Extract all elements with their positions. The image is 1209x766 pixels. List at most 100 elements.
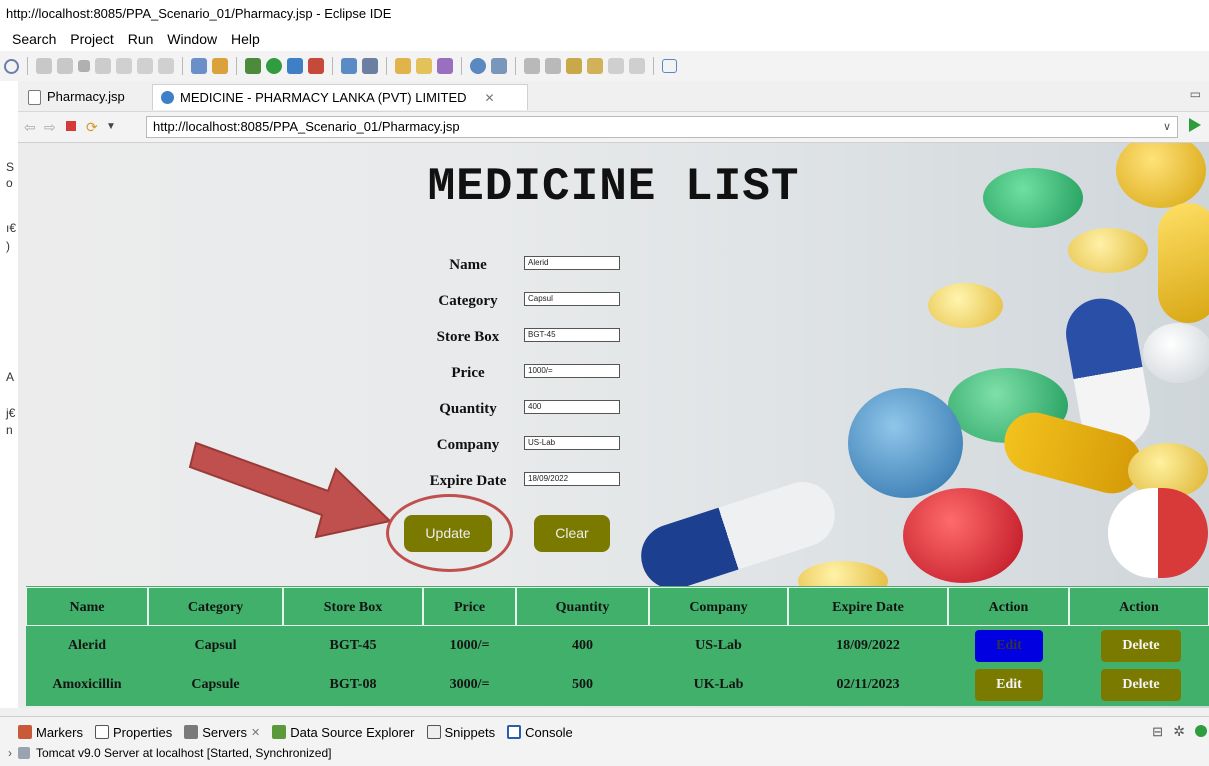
forward-icon[interactable]: ⇨ (44, 119, 56, 136)
refresh-icon[interactable]: ⟳ (86, 119, 98, 136)
go-icon[interactable] (1189, 118, 1201, 132)
settings-icon[interactable]: ✲ (1173, 723, 1185, 740)
back-arrow-icon[interactable] (608, 58, 624, 74)
back-icon[interactable]: ⇦ (24, 119, 36, 136)
url-input[interactable]: http://localhost:8085/PPA_Scenario_01/Ph… (146, 116, 1178, 138)
new-wizard-icon[interactable] (362, 58, 378, 74)
strip-glyph: A (6, 370, 15, 384)
menu-search[interactable]: Search (12, 31, 56, 47)
store-box-input[interactable]: BGT-45 (524, 328, 620, 342)
table-cell: 02/11/2023 (836, 677, 900, 692)
chevron-down-icon[interactable]: ∨ (1163, 117, 1171, 137)
servers-icon (184, 725, 199, 739)
use-step-filters-icon[interactable] (191, 58, 207, 74)
chevron-down-icon[interactable]: ▼ (106, 121, 116, 132)
snippets-icon (426, 725, 441, 739)
tab-pharmacy-jsp[interactable]: Pharmacy.jsp (20, 84, 146, 110)
menu-help[interactable]: Help (231, 31, 260, 47)
close-icon[interactable]: ✕ (485, 85, 495, 111)
table-cell: BGT-08 (329, 677, 377, 692)
tab-snippets[interactable]: Snippets (426, 725, 495, 740)
tab-label: Servers (202, 724, 247, 740)
table-cell: BGT-45 (329, 638, 377, 653)
debug-icon[interactable] (245, 58, 261, 74)
toolbar-separator (332, 57, 333, 75)
clear-button[interactable]: Clear (534, 515, 610, 552)
back-icon[interactable] (587, 58, 603, 74)
globe-icon[interactable] (470, 58, 486, 74)
update-button[interactable]: Update (404, 515, 492, 552)
next-annotation-icon[interactable] (524, 58, 540, 74)
form-row-category: Category Capsul (388, 291, 688, 313)
disconnect-icon[interactable] (95, 58, 111, 74)
open-folder-icon[interactable] (395, 58, 411, 74)
stop-icon[interactable] (66, 121, 76, 131)
menu-project[interactable]: Project (70, 31, 114, 47)
form-row-company: Company US-Lab (388, 435, 688, 457)
table-header-cell: Store Box (283, 587, 423, 626)
pill-image (1143, 323, 1209, 383)
tab-label: Properties (112, 724, 173, 740)
table-cell: 18/09/2022 (836, 638, 900, 653)
form-row-price: Price 1000/= (388, 363, 688, 385)
search-file-icon[interactable] (491, 58, 507, 74)
edit-button[interactable]: Edit (975, 630, 1043, 662)
external-tools-icon[interactable] (287, 58, 303, 74)
skip-breakpoints-icon[interactable] (212, 58, 228, 74)
pen-icon[interactable] (437, 58, 453, 74)
strip-glyph: ı€ (6, 221, 17, 235)
main-toolbar (0, 51, 1209, 81)
delete-button[interactable]: Delete (1101, 630, 1181, 662)
pill-image (1068, 228, 1148, 273)
run-icon[interactable] (266, 58, 282, 74)
open-type-icon[interactable] (416, 58, 432, 74)
strip-glyph: ) (6, 239, 10, 253)
last-edit-icon[interactable] (566, 58, 582, 74)
delete-button[interactable]: Delete (1101, 669, 1181, 701)
toolbar-separator (461, 57, 462, 75)
expire-date-input[interactable]: 18/09/2022 (524, 472, 620, 486)
tab-medicine-pharmacy[interactable]: MEDICINE - PHARMACY LANKA (PVT) LIMITED … (152, 84, 528, 110)
quantity-input[interactable]: 400 (524, 400, 620, 414)
minimize-icon[interactable]: ▭ (1190, 87, 1201, 101)
form-row-store-box: Store Box BGT-45 (388, 327, 688, 349)
menu-window[interactable]: Window (167, 31, 217, 47)
name-input[interactable]: Alerid (524, 256, 620, 270)
tab-console[interactable]: Console (507, 725, 573, 740)
strip-glyph: j€ (6, 406, 16, 420)
pill-image (928, 283, 1003, 328)
server-item[interactable]: › Tomcat v9.0 Server at localhost [Start… (8, 746, 331, 760)
run-icon[interactable] (1195, 725, 1207, 737)
step-into-icon[interactable] (116, 58, 132, 74)
category-input[interactable]: Capsul (524, 292, 620, 306)
web-page: MEDICINE LIST Name Alerid Category Capsu… (18, 143, 1209, 708)
previous-annotation-icon[interactable] (545, 58, 561, 74)
editor-area: Pharmacy.jsp MEDICINE - PHARMACY LANKA (… (18, 81, 1209, 708)
company-input[interactable]: US-Lab (524, 436, 620, 450)
forward-arrow-icon[interactable] (629, 58, 645, 74)
console-icon (507, 725, 522, 739)
tab-servers[interactable]: Servers ✕ (184, 725, 260, 740)
tab-properties[interactable]: Properties (94, 724, 173, 740)
pin-editor-icon[interactable] (662, 59, 677, 73)
table-header-cell: Category (148, 587, 283, 626)
menu-run[interactable]: Run (128, 31, 154, 47)
coverage-icon[interactable] (308, 58, 324, 74)
close-icon[interactable]: ✕ (251, 726, 260, 739)
step-return-icon[interactable] (158, 58, 174, 74)
tab-markers[interactable]: Markers (18, 725, 83, 740)
tab-data-source-explorer[interactable]: Data Source Explorer (272, 725, 415, 740)
resume-icon[interactable] (36, 58, 52, 74)
chevron-right-icon[interactable]: › (8, 746, 12, 760)
terminate-icon[interactable] (78, 60, 90, 72)
search-icon[interactable] (4, 58, 19, 74)
strip-glyph: S (6, 160, 15, 174)
suspend-icon[interactable] (57, 58, 73, 74)
strip-glyph: o (6, 176, 13, 190)
price-input[interactable]: 1000/= (524, 364, 620, 378)
edit-button[interactable]: Edit (975, 669, 1043, 701)
new-server-icon[interactable] (341, 58, 357, 74)
tomcat-server-icon (18, 747, 30, 759)
step-over-icon[interactable] (137, 58, 153, 74)
minimize-icon[interactable]: ⊟ (1152, 724, 1163, 740)
